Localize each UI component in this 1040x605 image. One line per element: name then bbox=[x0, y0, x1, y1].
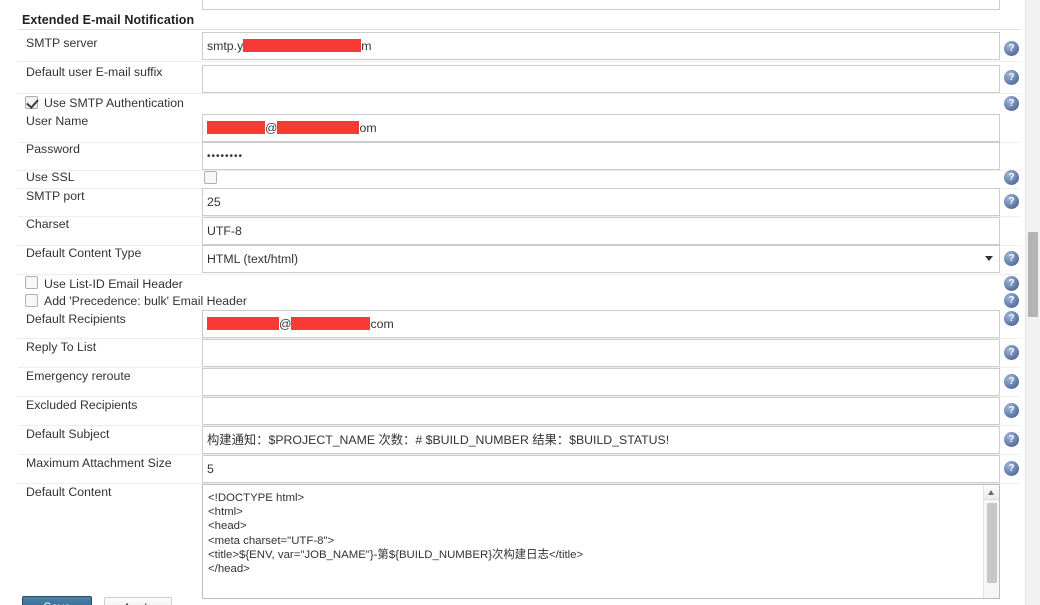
label-use-list-id-email-header: Use List-ID Email Header bbox=[44, 277, 183, 291]
label-reply-to-list: Reply To List bbox=[26, 340, 97, 354]
row-divider bbox=[18, 93, 1021, 94]
browser-scrollbar-thumb[interactable] bbox=[1028, 232, 1038, 317]
input-default-user-email-suffix[interactable] bbox=[202, 65, 1000, 93]
help-icon-excluded-recipients[interactable] bbox=[1004, 403, 1019, 418]
input-emergency-reroute[interactable] bbox=[202, 368, 1000, 396]
textarea-scrollbar[interactable] bbox=[983, 485, 999, 598]
label-smtp-server: SMTP server bbox=[26, 36, 98, 50]
label-add-precedence-bulk-email-header: Add 'Precedence: bulk' Email Header bbox=[44, 294, 247, 308]
label-default-recipients: Default Recipients bbox=[26, 312, 126, 326]
help-icon-use-smtp-authentication[interactable] bbox=[1004, 96, 1019, 111]
chevron-down-icon bbox=[985, 256, 993, 261]
checkbox-add-precedence-bulk-email-header[interactable] bbox=[25, 294, 38, 307]
help-icon-default-user-email-suffix[interactable] bbox=[1004, 70, 1019, 85]
label-default-content-type: Default Content Type bbox=[26, 246, 142, 260]
redaction-bar-default-recipients-domain bbox=[291, 317, 371, 330]
label-password: Password bbox=[26, 142, 80, 156]
input-maximum-attachment-size[interactable]: 5 bbox=[202, 455, 1000, 483]
help-icon-maximum-attachment-size[interactable] bbox=[1004, 461, 1019, 476]
user-name-suffix: om bbox=[359, 121, 377, 135]
extended-email-notification-section: Extended E-mail Notification SMTP server… bbox=[0, 0, 1025, 605]
input-default-recipients[interactable]: @ com bbox=[202, 310, 1000, 338]
default-content-type-value: HTML (text/html) bbox=[207, 252, 299, 266]
default-content-value: <!DOCTYPE html> <html> <head> <meta char… bbox=[208, 492, 584, 576]
smtp-server-value-suffix: m bbox=[361, 39, 372, 53]
input-smtp-port[interactable]: 25 bbox=[202, 188, 1000, 216]
input-default-subject[interactable]: 构建通知：$PROJECT_NAME 次数：# $BUILD_NUMBER 结果… bbox=[202, 426, 1000, 454]
checkbox-use-ssl[interactable] bbox=[204, 171, 217, 184]
help-icon-smtp-server[interactable] bbox=[1004, 41, 1019, 56]
help-icon-default-content-type[interactable] bbox=[1004, 251, 1019, 266]
help-icon-emergency-reroute[interactable] bbox=[1004, 374, 1019, 389]
input-user-name[interactable]: @ om bbox=[202, 114, 1000, 142]
select-default-content-type[interactable]: HTML (text/html) bbox=[202, 245, 1000, 273]
input-excluded-recipients[interactable] bbox=[202, 397, 1000, 425]
default-recipients-at: @ bbox=[279, 317, 292, 331]
label-default-subject: Default Subject bbox=[26, 427, 110, 441]
row-divider bbox=[18, 170, 1021, 171]
label-default-user-email-suffix: Default user E-mail suffix bbox=[26, 65, 163, 79]
row-divider bbox=[18, 274, 1021, 275]
help-icon-reply-to-list[interactable] bbox=[1004, 345, 1019, 360]
label-maximum-attachment-size: Maximum Attachment Size bbox=[26, 456, 172, 470]
jenkins-config-page: Extended E-mail Notification SMTP server… bbox=[0, 0, 1040, 605]
label-user-name: User Name bbox=[26, 114, 89, 128]
redaction-bar-user-name-local bbox=[207, 121, 265, 134]
section-divider bbox=[18, 29, 1021, 30]
label-charset: Charset bbox=[26, 217, 70, 231]
label-use-ssl: Use SSL bbox=[26, 170, 75, 184]
input-smtp-server[interactable]: smtp.y m bbox=[202, 32, 1000, 60]
help-icon-add-precedence-bulk-email-header[interactable] bbox=[1004, 293, 1019, 308]
previous-section-input-clipped[interactable] bbox=[202, 0, 1000, 10]
checkbox-use-list-id-email-header[interactable] bbox=[25, 276, 38, 289]
redaction-bar-default-recipients-local bbox=[207, 317, 279, 330]
default-recipients-suffix: com bbox=[370, 317, 394, 331]
label-excluded-recipients: Excluded Recipients bbox=[26, 398, 138, 412]
input-reply-to-list[interactable] bbox=[202, 339, 1000, 367]
input-password[interactable]: •••••••• bbox=[202, 142, 1000, 170]
label-smtp-port: SMTP port bbox=[26, 189, 85, 203]
row-divider bbox=[18, 61, 1021, 62]
save-button[interactable]: Save bbox=[22, 596, 92, 605]
help-icon-use-ssl[interactable] bbox=[1004, 170, 1019, 185]
apply-button[interactable]: Apply bbox=[104, 597, 172, 605]
textarea-scrollbar-thumb[interactable] bbox=[987, 503, 997, 583]
input-charset[interactable]: UTF-8 bbox=[202, 217, 1000, 245]
help-icon-smtp-port[interactable] bbox=[1004, 194, 1019, 209]
redaction-bar-user-name-domain bbox=[277, 121, 360, 134]
redaction-bar-smtp-server bbox=[243, 39, 362, 52]
browser-scrollbar[interactable] bbox=[1025, 0, 1040, 605]
user-name-at: @ bbox=[265, 121, 278, 135]
label-use-smtp-authentication: Use SMTP Authentication bbox=[44, 96, 184, 110]
help-icon-use-list-id-email-header[interactable] bbox=[1004, 276, 1019, 291]
help-icon-default-recipients[interactable] bbox=[1004, 311, 1019, 326]
label-default-content: Default Content bbox=[26, 485, 112, 499]
scroll-up-icon[interactable] bbox=[984, 485, 999, 500]
textarea-default-content[interactable]: <!DOCTYPE html> <html> <head> <meta char… bbox=[202, 484, 1000, 599]
section-title: Extended E-mail Notification bbox=[22, 13, 195, 27]
help-icon-default-subject[interactable] bbox=[1004, 432, 1019, 447]
smtp-server-value-prefix: smtp.y bbox=[207, 39, 244, 53]
label-emergency-reroute: Emergency reroute bbox=[26, 369, 131, 383]
checkbox-use-smtp-authentication[interactable] bbox=[25, 96, 38, 109]
